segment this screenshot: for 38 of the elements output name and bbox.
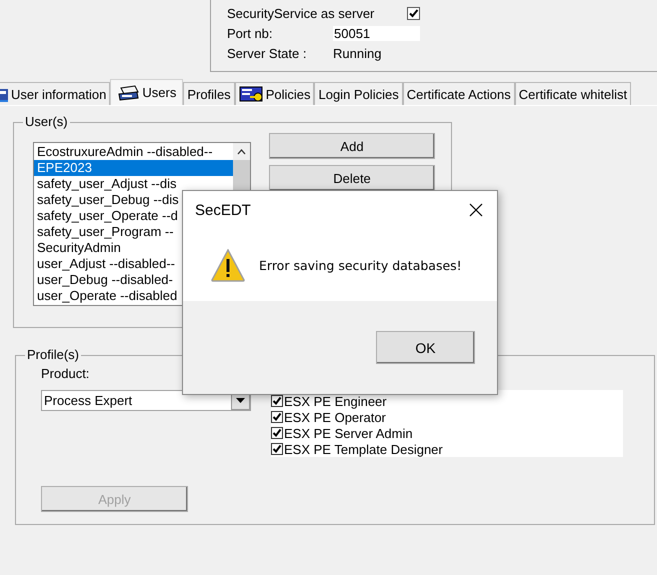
tab[interactable]: Users — [110, 79, 184, 105]
checkbox[interactable] — [271, 411, 283, 423]
tab[interactable]: Profiles — [183, 82, 235, 105]
checkbox[interactable] — [271, 427, 283, 439]
state-value: Running — [333, 46, 382, 61]
dropdown-arrow-icon — [236, 398, 245, 403]
key-card-icon — [238, 85, 263, 103]
group-title: Profile(s) — [25, 347, 82, 362]
user-button[interactable]: Add — [269, 133, 435, 159]
tab[interactable]: Certificate whitelist — [514, 82, 632, 105]
user-button[interactable]: Delete — [269, 165, 435, 191]
tab[interactable]: Certificate Actions — [402, 82, 515, 105]
tab[interactable]: User information — [0, 82, 110, 105]
dialog-message: Error saving security databases! — [259, 258, 462, 272]
product-dropdown[interactable]: Process Expert — [41, 390, 251, 411]
tab[interactable]: Login Policies — [314, 82, 403, 105]
profile-label: ESX PE Template Designer — [284, 442, 443, 456]
warning-icon — [211, 248, 245, 282]
ok-button[interactable]: OK — [376, 331, 475, 364]
user-list-item[interactable]: EcostruxureAdmin --disabled-- — [34, 144, 233, 160]
checkbox[interactable] — [271, 395, 283, 407]
product-label: Product: — [40, 365, 90, 381]
port-field[interactable]: 50051 — [333, 26, 420, 41]
dialog-title: SecEDT — [195, 202, 251, 218]
server-option-label: SecurityService as server — [227, 6, 376, 21]
checkbox[interactable] — [271, 443, 283, 455]
state-label: Server State : — [227, 46, 308, 61]
user-list-item[interactable]: EPE2023 — [34, 160, 233, 176]
port-label: Port nb: — [227, 26, 274, 41]
user-list-item[interactable]: safety_user_Adjust --dis — [34, 176, 233, 192]
close-icon[interactable] — [469, 203, 483, 217]
profile-label: ESX PE Engineer — [284, 394, 387, 408]
printer-icon — [117, 84, 140, 102]
tab[interactable]: Policies — [234, 82, 314, 105]
profile-label: ESX PE Server Admin — [284, 426, 413, 440]
group-title: User(s) — [23, 114, 70, 129]
profile-label: ESX PE Operator — [284, 410, 386, 424]
checkbox[interactable] — [407, 7, 420, 20]
